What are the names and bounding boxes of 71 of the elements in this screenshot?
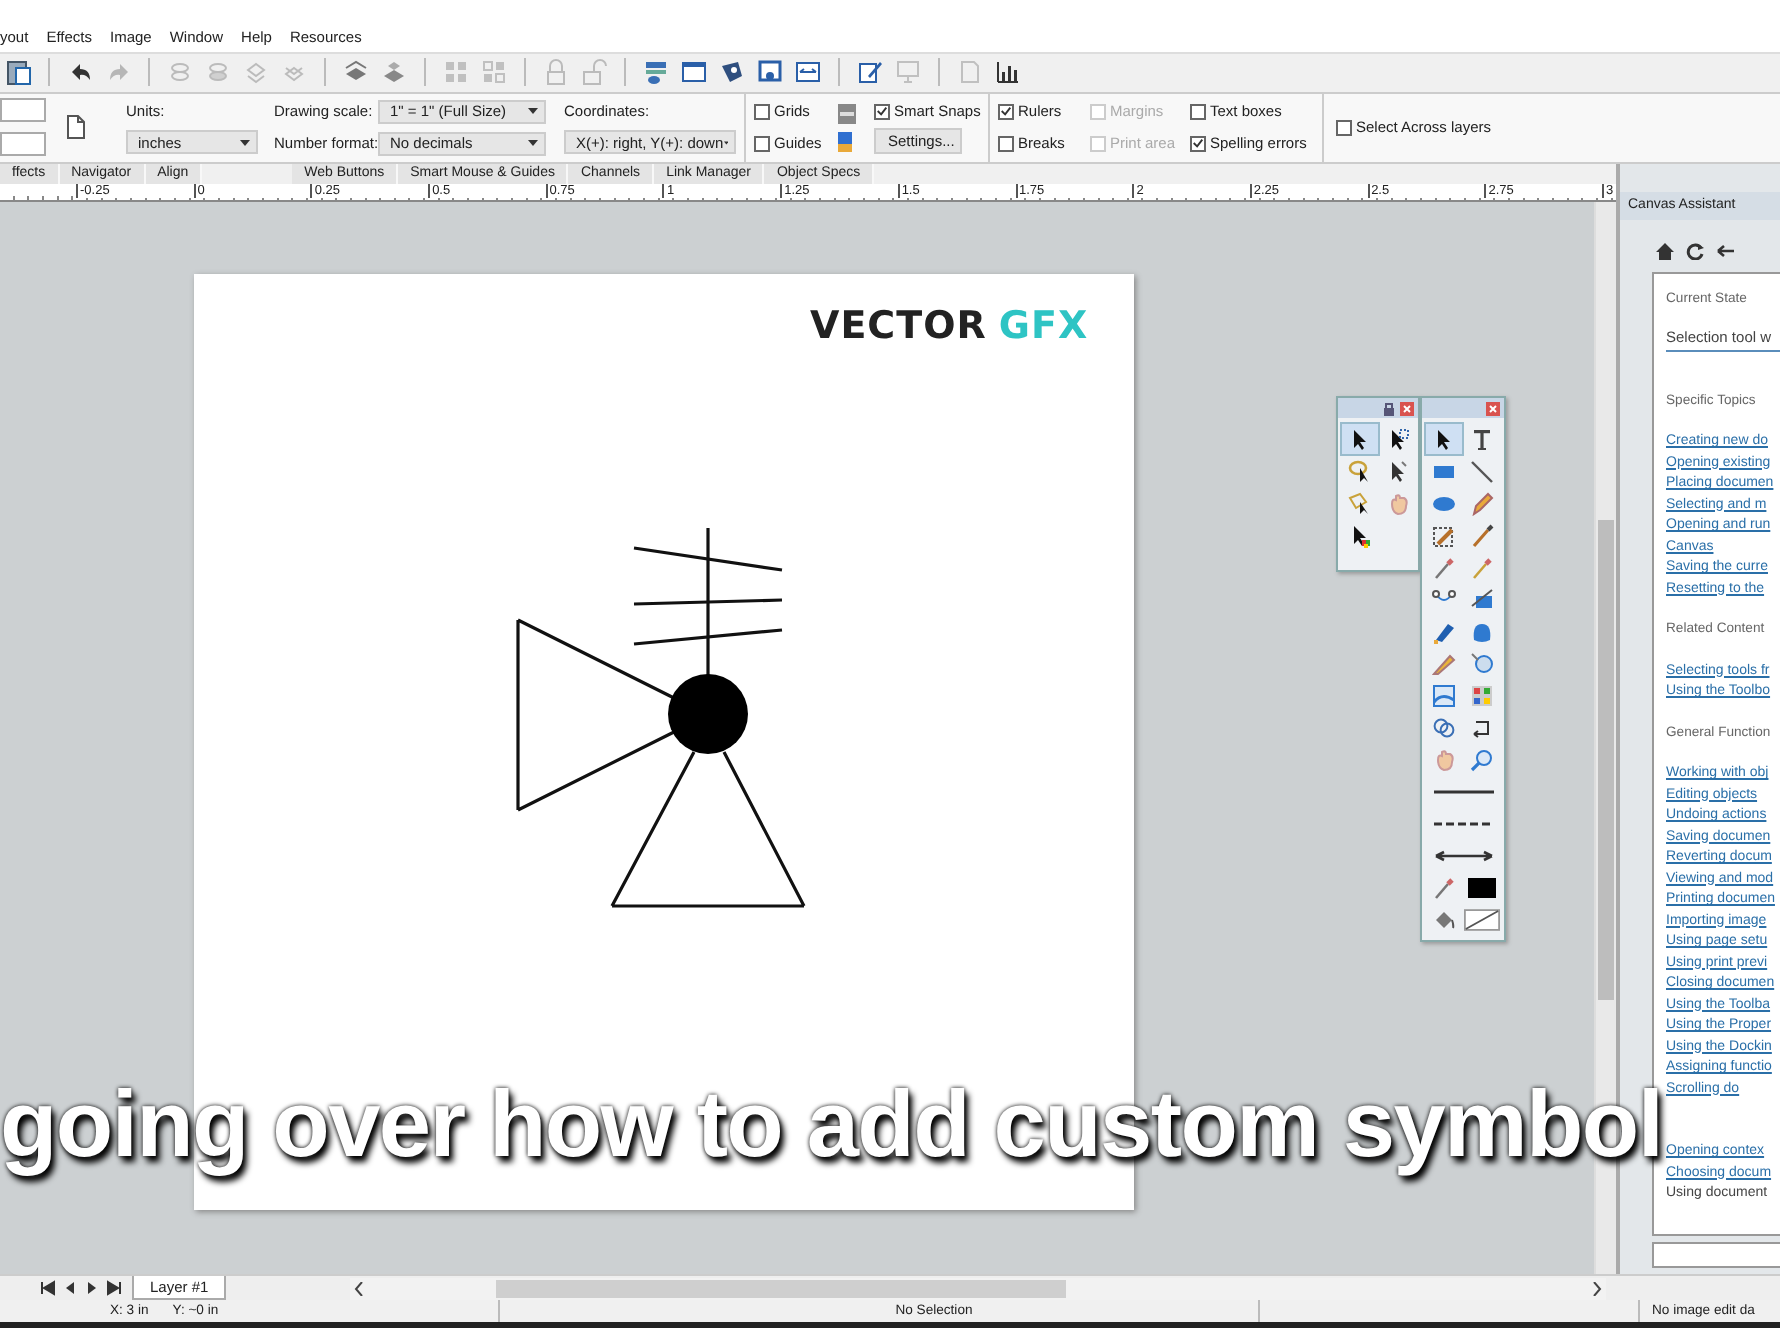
pen-icon[interactable] [1470, 491, 1494, 516]
pin-icon[interactable] [1382, 401, 1396, 416]
edit-icon[interactable] [856, 58, 884, 87]
crop-brush-icon[interactable] [1432, 523, 1456, 548]
paste-icon[interactable] [4, 58, 32, 87]
brush-icon[interactable] [1470, 523, 1494, 548]
input-field[interactable] [1652, 1242, 1780, 1269]
checkbox[interactable] [754, 103, 770, 120]
blob-icon[interactable] [1470, 619, 1494, 644]
elbow-connector-icon[interactable] [1470, 715, 1494, 740]
compass-icon[interactable] [1470, 651, 1494, 676]
pointer-icon[interactable] [1432, 427, 1456, 452]
refresh-icon[interactable] [1686, 241, 1704, 260]
horizontal-scrollbar[interactable] [350, 1277, 1607, 1300]
printer-icon[interactable] [838, 103, 856, 124]
back-arrow-icon[interactable] [1716, 241, 1734, 260]
paint-bucket-icon[interactable] [1432, 907, 1456, 932]
checkbox[interactable] [1336, 119, 1352, 136]
last-page-icon[interactable] [106, 1280, 122, 1297]
caret-icon [723, 139, 728, 146]
loops-icon[interactable] [1432, 715, 1456, 740]
close-icon[interactable] [1486, 401, 1500, 416]
scrollbar-thumb[interactable] [1598, 520, 1614, 1001]
line-icon[interactable] [1470, 459, 1494, 484]
image-icon[interactable] [1432, 683, 1456, 708]
effects-icon[interactable] [1470, 683, 1494, 708]
check-icon [1192, 136, 1204, 151]
lasso-pointer-icon[interactable] [1348, 459, 1372, 484]
ungroup-icon[interactable] [380, 58, 408, 87]
bar-chart-icon[interactable] [994, 58, 1022, 87]
no-fill-swatch[interactable] [1464, 907, 1500, 932]
close-icon[interactable] [1400, 401, 1414, 416]
logo-text: VECTOR GFX [810, 304, 1091, 349]
palette-icon[interactable] [718, 58, 746, 87]
subselect-pointer-icon[interactable] [1386, 427, 1410, 452]
pointer-icon[interactable] [1386, 459, 1410, 484]
input-field[interactable] [0, 132, 46, 157]
checkbox[interactable] [998, 103, 1014, 120]
pointer-icon[interactable] [1348, 427, 1372, 452]
window-icon[interactable] [680, 58, 708, 87]
input-field[interactable] [0, 98, 46, 123]
home-icon[interactable] [1656, 241, 1674, 260]
first-page-icon[interactable] [40, 1280, 56, 1297]
frame-icon[interactable] [756, 58, 784, 87]
checkbox[interactable] [754, 135, 770, 152]
flag-icon[interactable] [838, 131, 856, 152]
color-swatch[interactable] [1468, 877, 1496, 898]
polygon-lasso-icon[interactable] [1348, 491, 1372, 516]
text-tool-icon[interactable] [1470, 427, 1494, 452]
document-icon[interactable] [66, 114, 86, 141]
knife-icon[interactable] [1432, 651, 1456, 676]
checkbox[interactable] [998, 135, 1014, 152]
color-pointer-icon[interactable] [1348, 523, 1372, 548]
checkbox[interactable] [1190, 135, 1206, 152]
check-icon [876, 104, 888, 119]
next-icon[interactable] [84, 1280, 100, 1297]
eyedropper-icon[interactable] [1432, 875, 1456, 900]
split-icon[interactable] [794, 58, 822, 87]
check-icon [1000, 104, 1012, 119]
caret-icon [240, 139, 250, 146]
connector-icon[interactable] [1470, 587, 1494, 612]
checkbox[interactable] [1190, 103, 1206, 120]
caret-icon [528, 108, 538, 115]
marker-icon[interactable] [1432, 619, 1456, 644]
checkbox[interactable] [874, 103, 890, 120]
layers-icon[interactable] [642, 58, 670, 87]
previous-icon[interactable] [62, 1280, 78, 1297]
ellipse-icon[interactable] [1432, 491, 1456, 516]
zoom-icon[interactable] [1470, 747, 1494, 772]
eyedropper-icon[interactable] [1432, 555, 1456, 580]
caret-icon [528, 140, 538, 147]
